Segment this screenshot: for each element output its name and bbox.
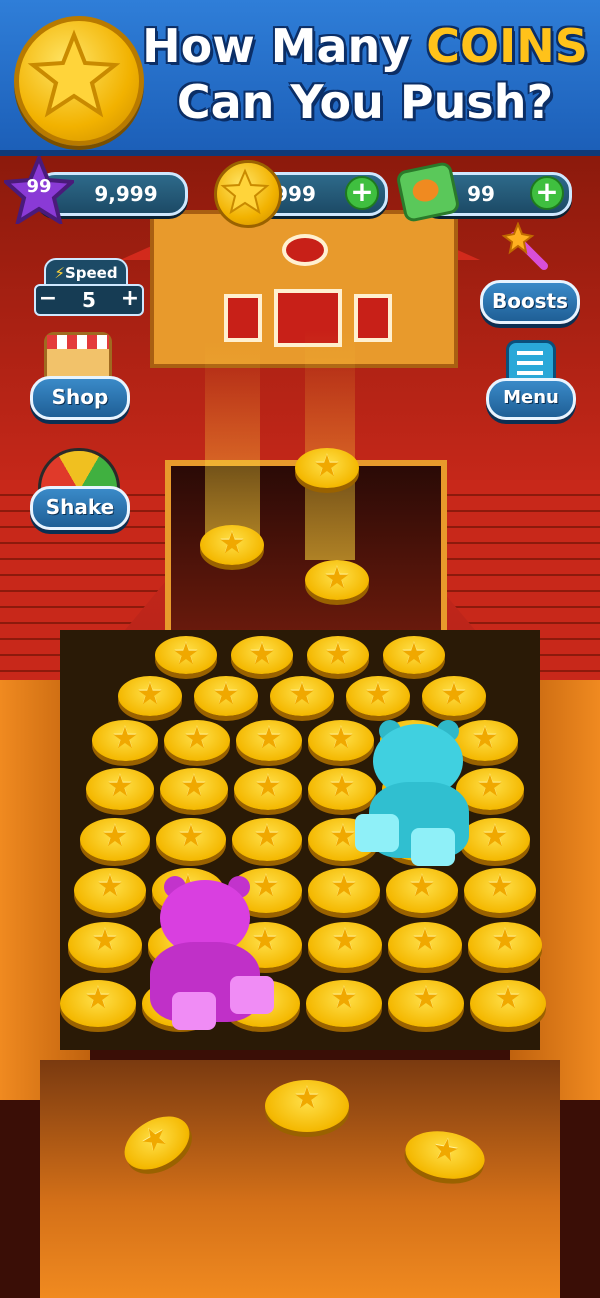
tray-coin [155, 636, 217, 674]
big-star-coin-icon [14, 16, 144, 146]
magic-wand-icon [500, 221, 556, 278]
cash-value: 99 [467, 182, 495, 206]
banner-coins-word: COINS [426, 19, 588, 73]
banner-line1-text: How Many [142, 19, 427, 73]
promo-banner: How Many COINS Can You Push? [0, 0, 600, 156]
menu-line [517, 371, 543, 375]
tray-coin [346, 676, 410, 716]
tray-coin [86, 768, 154, 810]
tray-coin [118, 676, 182, 716]
tray-coin [386, 868, 458, 913]
tray-coin [308, 922, 382, 968]
tray-coin [164, 720, 230, 761]
menu-line [517, 361, 543, 365]
menu-button[interactable]: Menu [486, 378, 576, 420]
banner-title: How Many COINS Can You Push? [140, 18, 590, 130]
house-round-window [282, 234, 328, 266]
tray-coin [468, 922, 542, 968]
tray-coin [270, 676, 334, 716]
bear-foot [230, 976, 274, 1014]
tray-coin [464, 868, 536, 913]
gold-coin-icon [214, 160, 282, 228]
house-facade [150, 210, 458, 368]
pink-bear-prize [150, 872, 280, 1032]
tray-coin [470, 980, 546, 1027]
light-beam-right [305, 330, 355, 560]
xp-value: 9,999 [94, 182, 158, 206]
cyan-bear-prize [355, 718, 475, 868]
add-coins-button[interactable]: + [345, 176, 379, 210]
add-cash-button[interactable]: + [530, 176, 564, 210]
tray-coin [307, 636, 369, 674]
tray-coin [422, 676, 486, 716]
tray-coin [388, 980, 464, 1027]
falling-coin [305, 560, 369, 600]
banner-line2-text: Can You Push? [176, 75, 554, 129]
shake-button[interactable]: Shake [30, 486, 130, 530]
speed-decrease-button[interactable]: − [36, 286, 60, 314]
speed-label-text: Speed [64, 264, 118, 282]
light-beam-left [205, 340, 260, 540]
tray-coin [306, 980, 382, 1027]
lightning-icon: ⚡ [54, 264, 65, 282]
speed-value: 5 [82, 288, 96, 312]
cash-emblem [410, 176, 441, 204]
tray-coin [194, 676, 258, 716]
menu-line [517, 351, 543, 355]
tray-coin [308, 868, 380, 913]
falling-coin [200, 525, 264, 565]
tray-coin [234, 768, 302, 810]
tray-coin [236, 720, 302, 761]
level-star-icon: 99 [1, 152, 77, 227]
shop-awning [47, 335, 109, 349]
tray-coin [156, 818, 226, 861]
level-value: 99 [26, 176, 52, 197]
house-window-right [354, 294, 392, 342]
falling-coin [295, 448, 359, 488]
boosts-button[interactable]: Boosts [480, 280, 580, 324]
tray-coin [232, 818, 302, 861]
bear-foot [172, 992, 216, 1030]
tray-coin [60, 980, 136, 1027]
tray-coin [80, 818, 150, 861]
tray-coin [231, 636, 293, 674]
shop-button[interactable]: Shop [30, 376, 130, 420]
tray-coin [74, 868, 146, 913]
tray-coin [92, 720, 158, 761]
tray-coin [160, 768, 228, 810]
house-window-left [224, 294, 262, 342]
speed-control: − 5 + [34, 284, 144, 316]
tray-coin [388, 922, 462, 968]
bear-foot [355, 814, 399, 852]
tray-coin [68, 922, 142, 968]
speed-increase-button[interactable]: + [118, 286, 142, 314]
dropping-coin [265, 1080, 349, 1132]
tray-coin [383, 636, 445, 674]
bear-foot [411, 828, 455, 866]
